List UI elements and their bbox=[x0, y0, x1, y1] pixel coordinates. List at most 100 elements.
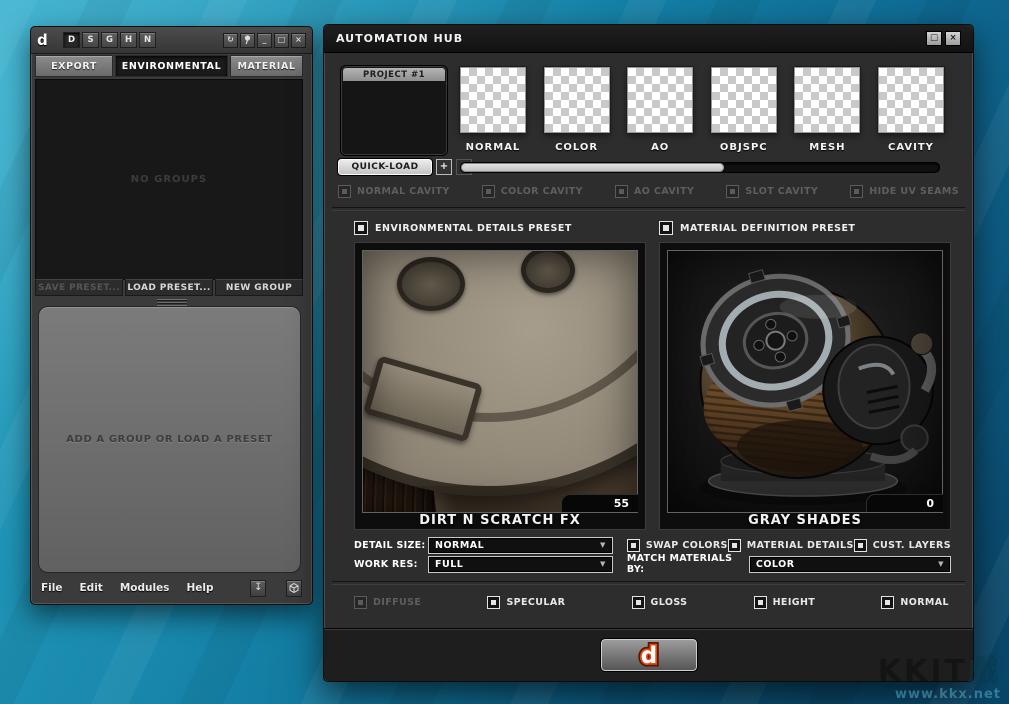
chevron-down-icon: ▼ bbox=[600, 561, 606, 568]
resolution-settings: DETAIL SIZE: NORMAL▼ WORK RES: FULL▼ bbox=[354, 537, 613, 575]
mat-preset-image bbox=[667, 250, 943, 513]
dock-button-d[interactable]: D bbox=[63, 32, 80, 48]
chevron-down-icon: ▼ bbox=[600, 542, 606, 549]
quick-load-button[interactable]: QUICK-LOAD bbox=[338, 159, 432, 175]
map-slot: MESH bbox=[789, 67, 865, 153]
checkbox-slot-cavity[interactable]: SLOT CAVITY bbox=[726, 185, 818, 198]
checkbox-swap-colors[interactable]: SWAP COLORS bbox=[627, 539, 728, 552]
match-materials-dropdown[interactable]: COLOR▼ bbox=[749, 556, 951, 573]
settings-row: DETAIL SIZE: NORMAL▼ WORK RES: FULL▼ SWA… bbox=[354, 537, 951, 575]
close-icon[interactable]: × bbox=[945, 31, 961, 46]
pin-icon[interactable] bbox=[240, 33, 255, 48]
checkbox-ao-cavity[interactable]: AO CAVITY bbox=[615, 185, 694, 198]
no-groups-label: NO GROUPS bbox=[131, 174, 207, 185]
map-slot: AO bbox=[622, 67, 698, 153]
env-preset-image bbox=[362, 250, 638, 513]
add-project-button[interactable]: + bbox=[436, 159, 452, 175]
checkbox-color-cavity[interactable]: COLOR CAVITY bbox=[482, 185, 583, 198]
detail-size-dropdown[interactable]: NORMAL▼ bbox=[428, 537, 613, 554]
map-thumbnail-normal[interactable] bbox=[460, 67, 526, 133]
material-preset-section: MATERIAL DEFINITION PRESET bbox=[659, 221, 951, 530]
map-label: NORMAL bbox=[466, 142, 521, 153]
env-preset-value: 55 bbox=[561, 494, 638, 512]
groups-panel: NO GROUPS bbox=[35, 79, 303, 280]
checkbox-mat-preset[interactable] bbox=[659, 221, 673, 235]
dock-button-n[interactable]: N bbox=[139, 32, 156, 48]
chevron-down-icon: ▼ bbox=[938, 561, 944, 568]
tab-environmental[interactable]: ENVIRONMENTAL bbox=[115, 55, 228, 77]
checkbox-normal-cavity[interactable]: NORMAL CAVITY bbox=[338, 185, 450, 198]
checkbox-material-details[interactable]: MATERIAL DETAILS bbox=[728, 539, 854, 552]
ddo-titlebar[interactable]: d D S G H N ↻ _ □ × bbox=[31, 27, 312, 54]
menu-file[interactable]: File bbox=[41, 582, 63, 594]
maximize-icon[interactable]: □ bbox=[274, 33, 289, 48]
match-materials-label: MATCH MATERIALS BY: bbox=[627, 553, 749, 575]
maps-scrollbar-thumb[interactable] bbox=[461, 163, 724, 172]
tab-export[interactable]: EXPORT bbox=[35, 55, 113, 77]
map-thumbnail-mesh[interactable] bbox=[794, 67, 860, 133]
save-preset-button[interactable]: SAVE PRESET... bbox=[35, 279, 123, 296]
mat-preset-value: 0 bbox=[866, 494, 943, 512]
work-res-dropdown[interactable]: FULL▼ bbox=[428, 556, 613, 573]
dock-button-h[interactable]: H bbox=[120, 32, 137, 48]
env-preset-name: DIRT N SCRATCH FX bbox=[355, 513, 645, 528]
package-icon[interactable] bbox=[286, 580, 302, 597]
checkbox-normal[interactable]: NORMAL bbox=[881, 596, 949, 609]
load-preset-button[interactable]: LOAD PRESET... bbox=[125, 279, 213, 296]
maps-scrollbar[interactable] bbox=[460, 162, 940, 173]
cavity-options-row: NORMAL CAVITY COLOR CAVITY AO CAVITY SLO… bbox=[338, 183, 959, 199]
refresh-icon[interactable]: ↻ bbox=[223, 33, 238, 48]
quick-load-row: QUICK-LOAD + − bbox=[338, 159, 472, 175]
env-preset-preview[interactable]: 55 DIRT N SCRATCH FX bbox=[354, 242, 646, 530]
download-icon[interactable]: ↧ bbox=[250, 580, 266, 597]
menu-modules[interactable]: Modules bbox=[120, 582, 170, 594]
checkbox-gloss[interactable]: GLOSS bbox=[632, 596, 688, 609]
hub-titlebar[interactable]: AUTOMATION HUB □ × bbox=[324, 25, 973, 53]
checkbox-specular[interactable]: SPECULAR bbox=[487, 596, 565, 609]
map-label: COLOR bbox=[555, 142, 598, 153]
divider bbox=[332, 581, 965, 585]
map-slot: CAVITY bbox=[873, 67, 949, 153]
svg-text:d: d bbox=[640, 643, 656, 669]
new-group-button[interactable]: NEW GROUP bbox=[215, 279, 303, 296]
checkbox-env-preset[interactable] bbox=[354, 221, 368, 235]
automation-hub-window: AUTOMATION HUB □ × PROJECT #1 QUICK-LOAD… bbox=[323, 24, 974, 682]
detail-size-label: DETAIL SIZE: bbox=[354, 540, 428, 551]
preset-previews: ENVIRONMENTAL DETAILS PRESET 55 DIRT N S… bbox=[354, 221, 951, 530]
hub-title: AUTOMATION HUB bbox=[336, 32, 923, 45]
mat-preset-preview[interactable]: 0 GRAY SHADES bbox=[659, 242, 951, 530]
env-preset-header: ENVIRONMENTAL DETAILS PRESET bbox=[354, 221, 646, 235]
checkbox-diffuse[interactable]: DIFFUSE bbox=[354, 596, 421, 609]
env-preset-header-label: ENVIRONMENTAL DETAILS PRESET bbox=[375, 223, 572, 234]
map-slot-row: NORMAL COLOR AO OBJSPC MESH CAVITY bbox=[455, 67, 949, 153]
map-label: OBJSPC bbox=[720, 142, 768, 153]
menu-help[interactable]: Help bbox=[186, 582, 213, 594]
tab-material[interactable]: MATERIAL bbox=[230, 55, 303, 77]
checkbox-hide-uv-seams[interactable]: HIDE UV SEAMS bbox=[850, 185, 959, 198]
preset-drop-area[interactable]: ADD A GROUP OR LOAD A PRESET bbox=[38, 306, 301, 573]
menu-bar: File Edit Modules Help ↧ bbox=[31, 577, 312, 599]
ddo-logo-icon: d d bbox=[627, 641, 671, 669]
maximize-icon[interactable]: □ bbox=[926, 31, 942, 46]
desktop: d D S G H N ↻ _ □ × EXPORT ENVIRONMENTAL… bbox=[0, 0, 1009, 704]
divider bbox=[332, 207, 965, 211]
map-thumbnail-cavity[interactable] bbox=[878, 67, 944, 133]
dock-button-g[interactable]: G bbox=[101, 32, 118, 48]
ddo-main-window: d D S G H N ↻ _ □ × EXPORT ENVIRONMENTAL… bbox=[30, 26, 313, 605]
map-thumbnail-ao[interactable] bbox=[627, 67, 693, 133]
dock-button-s[interactable]: S bbox=[82, 32, 99, 48]
map-slot: OBJSPC bbox=[706, 67, 782, 153]
ddo-logo-button[interactable]: d d bbox=[601, 639, 697, 671]
map-thumbnail-color[interactable] bbox=[544, 67, 610, 133]
minimize-icon[interactable]: _ bbox=[257, 33, 272, 48]
mat-preset-header: MATERIAL DEFINITION PRESET bbox=[659, 221, 951, 235]
checkbox-cust-layers[interactable]: CUST. LAYERS bbox=[854, 539, 951, 552]
project-label: PROJECT #1 bbox=[343, 68, 445, 81]
checkbox-height[interactable]: HEIGHT bbox=[754, 596, 816, 609]
work-res-label: WORK RES: bbox=[354, 559, 428, 570]
map-thumbnail-objspc[interactable] bbox=[711, 67, 777, 133]
close-icon[interactable]: × bbox=[291, 33, 306, 48]
channel-toggles-row: DIFFUSE SPECULAR GLOSS HEIGHT NORMAL bbox=[354, 593, 949, 611]
menu-edit[interactable]: Edit bbox=[80, 582, 103, 594]
project-slot[interactable]: PROJECT #1 bbox=[340, 65, 448, 156]
